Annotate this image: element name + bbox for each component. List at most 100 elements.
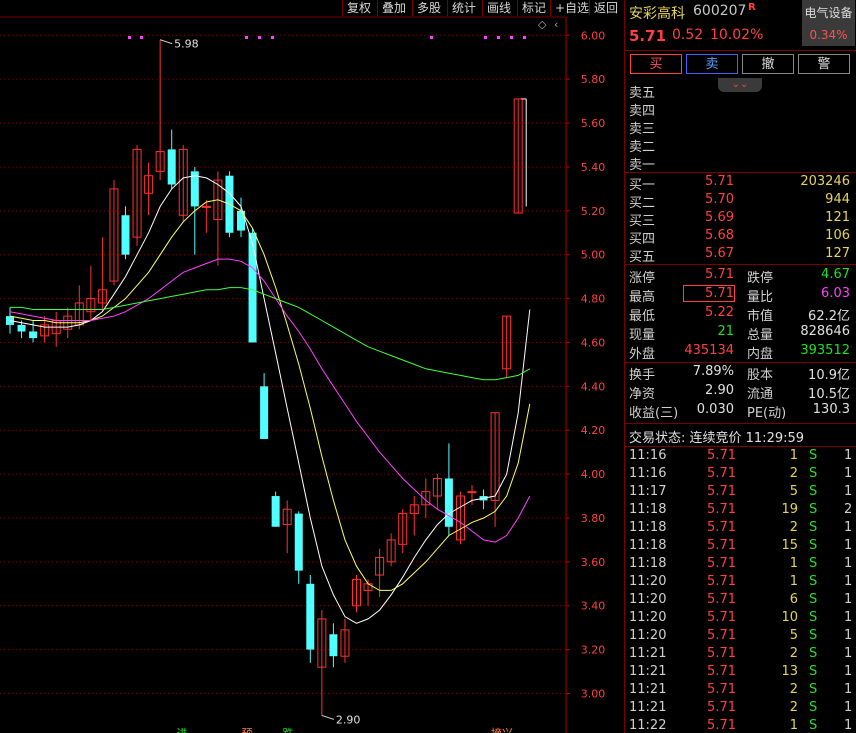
fund-label: 流通 [747, 387, 774, 402]
tick-side: S [809, 556, 818, 571]
tick-time: 11:17 [629, 484, 667, 499]
fund-value: 2.90 [705, 383, 734, 398]
high-label: 5.98 [174, 38, 199, 51]
bid-price[interactable]: 5.67 [684, 246, 734, 261]
restore-right-button[interactable]: 复权 [342, 0, 376, 16]
tick-time: 11:21 [629, 682, 667, 697]
tick-volume: 5 [789, 484, 798, 499]
bid-label: 买二 [629, 196, 656, 211]
collapse-chevron-icon[interactable]: ⌄⌄ [718, 78, 762, 92]
mark-button[interactable]: 标记 [517, 0, 551, 16]
low-label: 2.90 [336, 713, 361, 726]
signal-dot [523, 36, 526, 39]
y-tick-label: 4.60 [581, 336, 606, 349]
tick-count: 1 [844, 718, 853, 733]
tick-price: 5.71 [707, 592, 736, 607]
sell-button[interactable]: 卖 [686, 54, 738, 74]
fund-value: 7.89% [692, 364, 734, 379]
stat-label: 内盘 [747, 347, 774, 362]
stat-value: 5.71 [705, 267, 734, 282]
draw-line-button[interactable]: 画线 [482, 0, 516, 16]
low-pointer [321, 714, 335, 720]
r-badge: R [748, 2, 756, 13]
tick-volume: 19 [781, 502, 798, 517]
sector-box[interactable]: 电气设备 0.34% [802, 0, 855, 46]
statistics-button[interactable]: 统计 [447, 0, 481, 16]
ask-label: 卖四 [629, 104, 656, 119]
bid-volume: 127 [825, 246, 850, 261]
fund-label: 股本 [747, 368, 774, 383]
y-tick-label: 4.00 [581, 468, 606, 481]
tick-price: 5.71 [707, 718, 736, 733]
tick-side: S [809, 502, 818, 517]
bid-price[interactable]: 5.70 [684, 192, 734, 207]
tick-side: S [809, 538, 818, 553]
tick-time: 11:21 [629, 646, 667, 661]
tick-time: 11:18 [629, 538, 667, 553]
signal-dot [140, 36, 143, 39]
tick-price: 5.71 [707, 646, 736, 661]
tick-count: 1 [844, 646, 853, 661]
fund-label: 换手 [629, 368, 656, 383]
y-tick-label: 5.80 [581, 73, 606, 86]
tick-count: 1 [844, 592, 853, 607]
add-watchlist-button[interactable]: +自选 [550, 0, 594, 16]
tick-count: 1 [844, 448, 853, 463]
y-tick-label: 4.20 [581, 424, 606, 437]
fund-value: 130.3 [812, 402, 850, 417]
candle-body-down [167, 149, 176, 185]
diamond-icon[interactable]: ◇ [538, 18, 546, 31]
bid-label: 买四 [629, 232, 656, 247]
y-tick-label: 6.00 [581, 29, 606, 42]
buy-button[interactable]: 买 [630, 54, 682, 74]
ask-label: 卖三 [629, 122, 656, 137]
bid-price[interactable]: 5.69 [684, 210, 734, 225]
tick-count: 1 [844, 466, 853, 481]
tick-side: S [809, 628, 818, 643]
tick-volume: 2 [789, 700, 798, 715]
tick-time: 11:21 [629, 664, 667, 679]
tick-volume: 10 [781, 610, 798, 625]
candle-body-down [17, 324, 26, 332]
y-tick-label: 4.40 [581, 380, 606, 393]
overlay-button[interactable]: 叠加 [377, 0, 411, 16]
tick-price: 5.71 [707, 484, 736, 499]
bid-label: 买一 [629, 178, 656, 193]
tick-price: 5.71 [707, 628, 736, 643]
candle-body-down [121, 215, 130, 255]
stat-label: 最低 [629, 309, 656, 324]
tick-side: S [809, 664, 818, 679]
bid-price[interactable]: 5.68 [684, 228, 734, 243]
tick-side: S [809, 520, 818, 535]
bid-label: 买五 [629, 250, 656, 265]
bid-price[interactable]: 5.71 [684, 174, 734, 189]
stat-value: 393512 [800, 343, 850, 358]
bid-volume: 944 [825, 192, 850, 207]
y-tick-label: 5.40 [581, 161, 606, 174]
candle-body-down [329, 634, 338, 657]
candle-body-down [444, 478, 453, 527]
candle-body-down [294, 513, 303, 571]
tick-count: 1 [844, 682, 853, 697]
chevron-left-icon[interactable]: ‹ [554, 18, 558, 31]
ma-line-3 [10, 287, 531, 381]
back-button[interactable]: 返回 [589, 0, 623, 16]
tick-volume: 1 [789, 556, 798, 571]
cancel-order-button[interactable]: 撤 [742, 54, 794, 74]
stat-value: 62.2亿 [808, 309, 850, 324]
tick-time: 11:21 [629, 700, 667, 715]
tick-time: 11:20 [629, 592, 667, 607]
tick-count: 1 [844, 610, 853, 625]
sector-change: 0.34% [809, 28, 848, 42]
multi-stock-button[interactable]: 多股 [412, 0, 446, 16]
kline-chart[interactable]: 6.00 5.80 5.60 5.40 5.20 5.00 4.80 4.60 4.40 4.20… [0, 0, 622, 733]
ma-line-1 [9, 199, 531, 591]
stock-name: 安彩高科 [629, 6, 685, 22]
alert-button[interactable]: 警 [798, 54, 850, 74]
stock-code: 600207 [693, 3, 747, 19]
signal-dot [510, 36, 513, 39]
ask-label: 卖一 [629, 158, 656, 173]
y-tick-label: 3.80 [581, 512, 606, 525]
tick-volume: 2 [789, 520, 798, 535]
tick-price: 5.71 [707, 664, 736, 679]
